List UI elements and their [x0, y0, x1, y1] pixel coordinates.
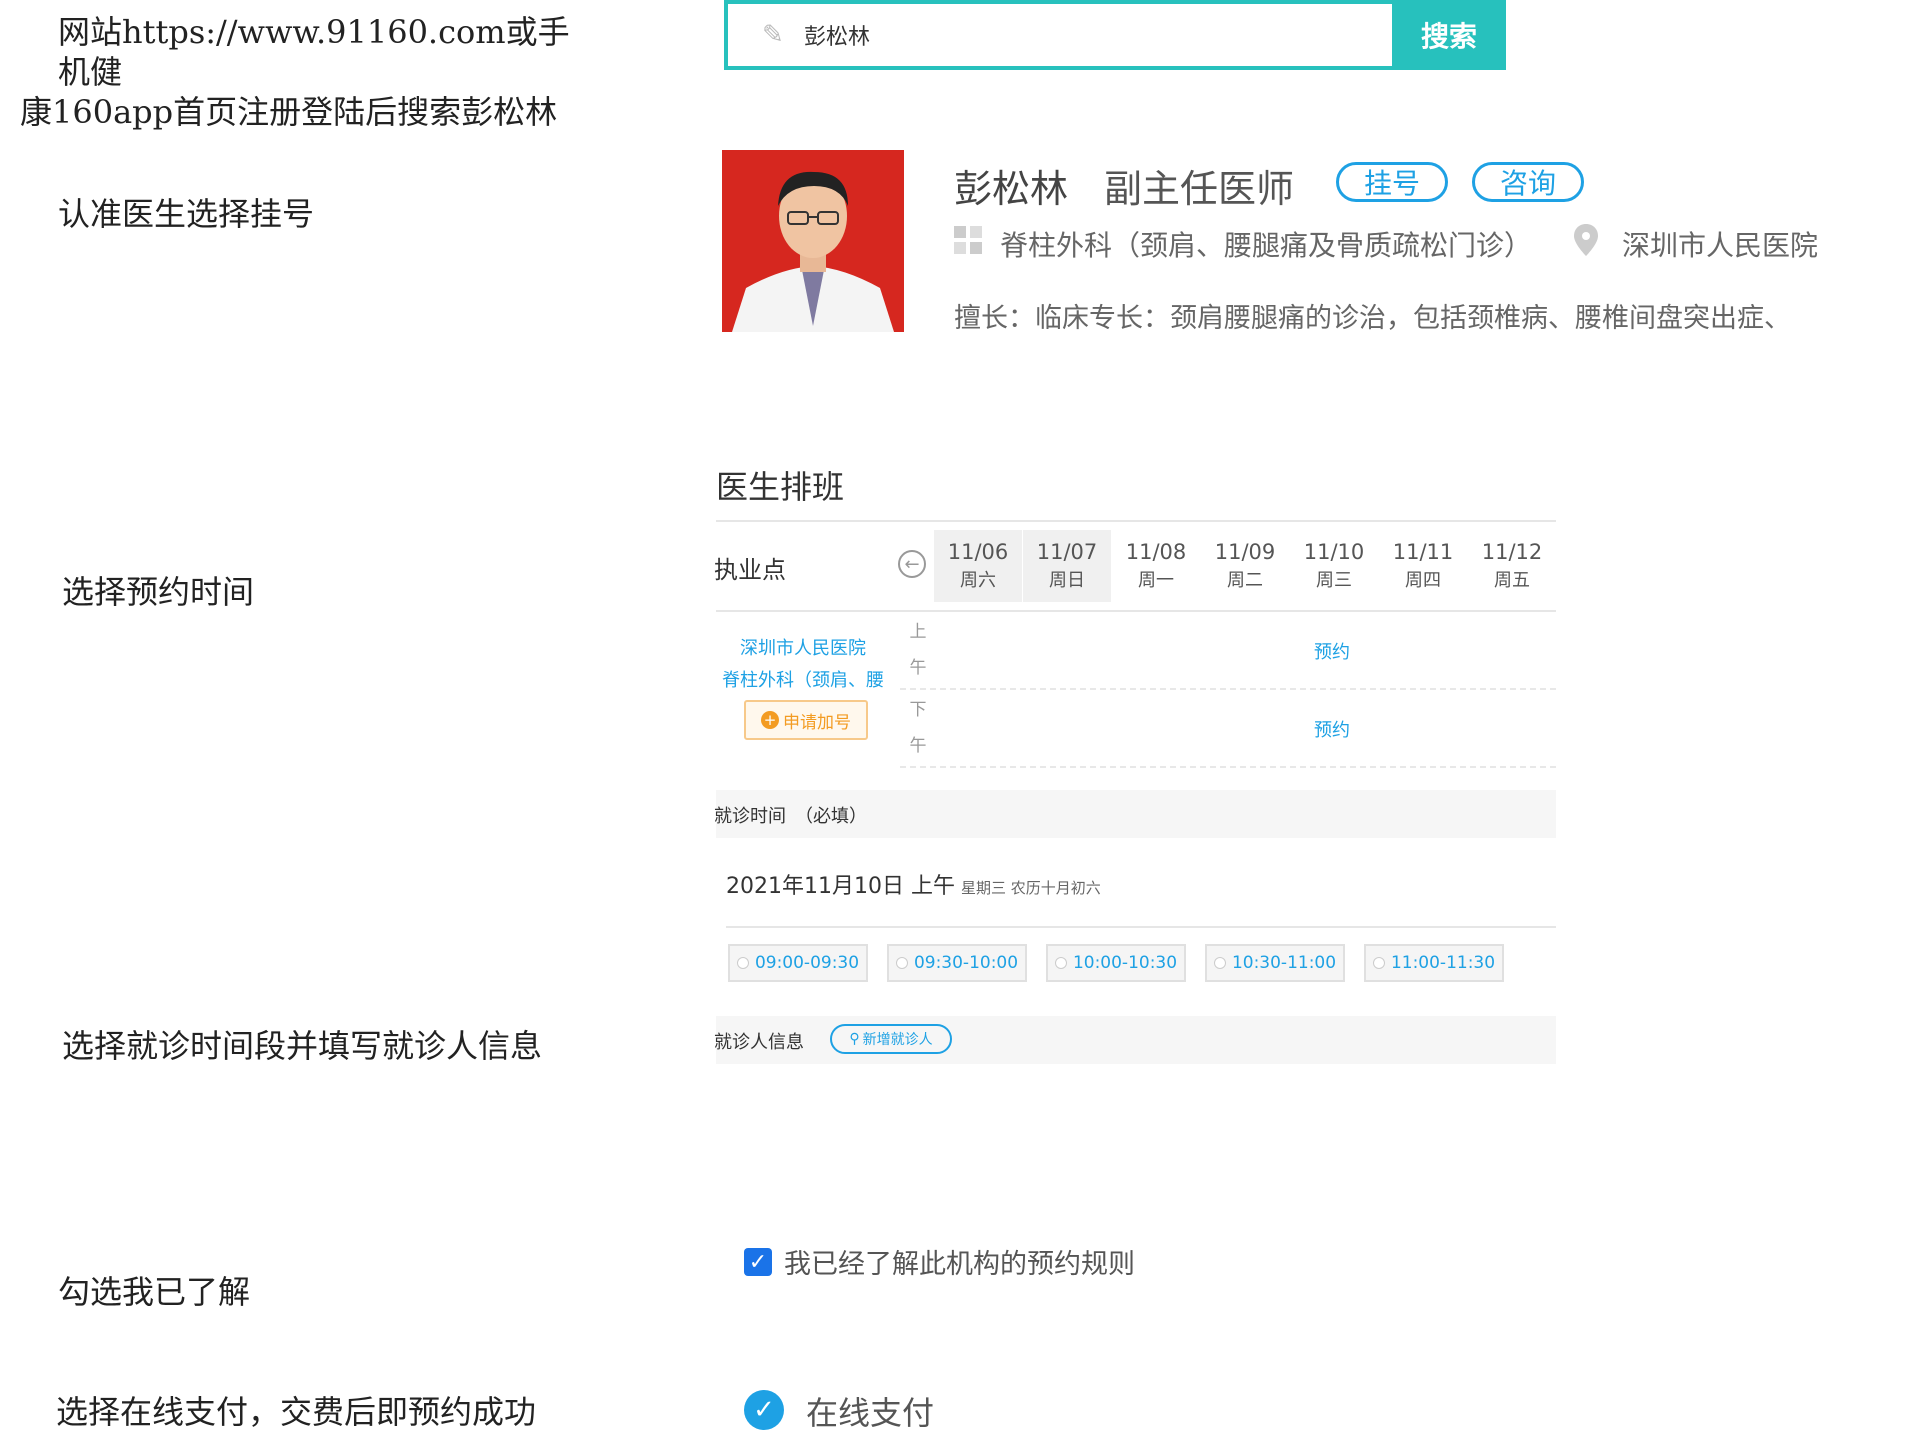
book-morning-link[interactable]: 预约 — [1314, 638, 1350, 664]
add-patient-button[interactable]: ⚲ 新增就诊人 — [830, 1024, 952, 1054]
time-slot-label: 11:00-11:30 — [1390, 953, 1496, 973]
radio-icon — [1372, 957, 1385, 969]
schedule-title: 医生排班 — [716, 468, 845, 506]
site-hospital-link[interactable]: 深圳市人民医院 — [740, 634, 866, 660]
instruction-step-1: 网站https://www.91160.com或手机健 康160app首页注册登… — [20, 12, 600, 132]
doctor-department: 脊柱外科（颈肩、腰腿痛及骨质疏松门诊） — [1000, 229, 1533, 262]
add-number-button[interactable]: + 申请加号 — [744, 700, 868, 740]
day-date: 11/07 — [1036, 540, 1098, 564]
check-circle-icon[interactable]: ✓ — [744, 1390, 784, 1430]
time-slot-label: 09:30-10:00 — [913, 953, 1019, 973]
doctor-name: 彭松林 — [954, 167, 1069, 211]
day-weekday: 周日 — [1049, 570, 1085, 591]
doctor-specialty: 擅长：临床专长：颈肩腰腿痛的诊治，包括颈椎病、腰椎间盘突出症、 — [954, 303, 1791, 334]
day-weekday: 周四 — [1405, 570, 1441, 591]
divider — [726, 926, 1556, 928]
row-divider — [900, 688, 1556, 690]
day-weekday: 周一 — [1138, 570, 1174, 591]
day-date: 11/12 — [1481, 540, 1543, 564]
department-icon — [954, 226, 982, 254]
book-afternoon-link[interactable]: 预约 — [1314, 716, 1350, 742]
day-column-4[interactable]: 11/09 周二 — [1201, 530, 1289, 602]
consult-button[interactable]: 咨询 — [1472, 162, 1584, 202]
day-date: 11/11 — [1392, 540, 1454, 564]
site-label: 执业点 — [714, 556, 786, 584]
day-column-7[interactable]: 11/12 周五 — [1468, 530, 1556, 602]
doctor-hospital: 深圳市人民医院 — [1622, 229, 1819, 262]
morning-label-1: 上 — [909, 622, 927, 642]
location-pin-icon — [1574, 224, 1598, 256]
day-column-5[interactable]: 11/10 周三 — [1290, 530, 1378, 602]
day-date: 11/10 — [1303, 540, 1365, 564]
day-date: 11/08 — [1125, 540, 1187, 564]
site-department-link[interactable]: 脊柱外科（颈肩、腰 — [722, 666, 884, 692]
doctor-photo — [722, 150, 904, 332]
day-weekday: 周五 — [1494, 570, 1530, 591]
search-query: 彭松林 — [804, 25, 871, 50]
time-slot[interactable]: 10:00-10:30 — [1046, 944, 1186, 982]
time-slot-label: 10:00-10:30 — [1072, 953, 1178, 973]
radio-icon — [736, 957, 749, 969]
divider — [716, 610, 1556, 612]
time-slot[interactable]: 09:00-09:30 — [728, 944, 868, 982]
time-slot[interactable]: 11:00-11:30 — [1364, 944, 1504, 982]
visit-date-detail: 星期三 农历十月初六 — [960, 879, 1101, 897]
plus-circle-icon: + — [761, 711, 779, 729]
doctor-title: 副主任医师 — [1104, 167, 1295, 211]
radio-icon — [1054, 957, 1067, 969]
visit-time-label: 就诊时间 （必填） — [714, 806, 867, 827]
add-patient-label: 新增就诊人 — [862, 1032, 933, 1048]
afternoon-label-1: 下 — [909, 700, 927, 720]
instruction-step-2: 认准医生选择挂号 — [58, 195, 315, 233]
day-weekday: 周六 — [960, 570, 996, 591]
day-date: 11/09 — [1214, 540, 1276, 564]
day-weekday: 周三 — [1316, 570, 1352, 591]
day-column-3[interactable]: 11/08 周一 — [1112, 530, 1200, 602]
search-input[interactable]: ✎ 彭松林 — [724, 0, 1392, 70]
time-slot-label: 10:30-11:00 — [1231, 953, 1337, 973]
time-slot[interactable]: 09:30-10:00 — [887, 944, 1027, 982]
instruction-step-6: 选择在线支付，交费后即预约成功 — [56, 1393, 537, 1431]
pencil-icon: ✎ — [762, 20, 784, 50]
visit-date-main: 2021年11月10日 上午 — [726, 874, 955, 899]
add-number-label: 申请加号 — [783, 712, 851, 733]
patient-info-label: 就诊人信息 — [714, 1032, 804, 1053]
day-date: 11/06 — [947, 540, 1009, 564]
visit-date: 2021年11月10日 上午 星期三 农历十月初六 — [726, 868, 1101, 900]
radio-icon — [895, 957, 908, 969]
morning-label-2: 午 — [909, 658, 927, 678]
row-divider — [900, 766, 1556, 768]
day-column-6[interactable]: 11/11 周四 — [1379, 530, 1467, 602]
user-icon: ⚲ — [849, 1031, 860, 1047]
agree-label: 我已经了解此机构的预约规则 — [784, 1249, 1135, 1280]
prev-week-icon[interactable]: ← — [898, 550, 926, 578]
day-column-1[interactable]: 11/06 周六 — [934, 530, 1022, 602]
time-slot-label: 09:00-09:30 — [754, 953, 860, 973]
agree-checkbox[interactable]: ✓ — [744, 1248, 772, 1276]
divider — [716, 520, 1556, 522]
instruction-line-2: 康160app首页注册登陆后搜索彭松林 — [20, 93, 558, 131]
time-slot[interactable]: 10:30-11:00 — [1205, 944, 1345, 982]
afternoon-label-2: 午 — [909, 736, 927, 756]
instruction-step-3: 选择预约时间 — [62, 573, 255, 611]
instruction-step-5: 勾选我已了解 — [58, 1273, 251, 1311]
day-weekday: 周二 — [1227, 570, 1263, 591]
day-column-2[interactable]: 11/07 周日 — [1023, 530, 1111, 602]
instruction-step-4: 选择就诊时间段并填写就诊人信息 — [62, 1027, 543, 1065]
instruction-line-1: 网站https://www.91160.com或手机健 — [58, 13, 570, 91]
search-button[interactable]: 搜索 — [1392, 0, 1506, 70]
online-payment-label[interactable]: 在线支付 — [806, 1388, 934, 1434]
register-button[interactable]: 挂号 — [1336, 162, 1448, 202]
radio-icon — [1213, 957, 1226, 969]
